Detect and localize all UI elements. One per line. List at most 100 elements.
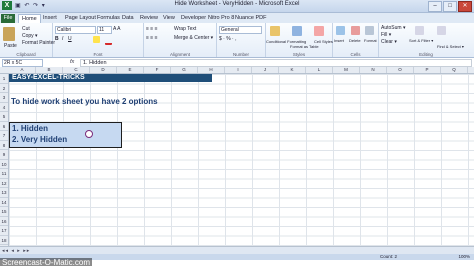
formula-input[interactable]: 1. Hidden: [80, 59, 472, 67]
column-header[interactable]: I: [225, 67, 252, 73]
row-header[interactable]: 2: [0, 84, 8, 93]
grow-font-icon[interactable]: A A: [113, 26, 121, 32]
currency-icon[interactable]: $ · % · ,: [219, 36, 237, 42]
tab-insert[interactable]: Insert: [40, 14, 60, 23]
row-header[interactable]: 13: [0, 188, 8, 198]
column-header[interactable]: E: [117, 67, 144, 73]
copy-button[interactable]: Copy ▾: [22, 33, 38, 39]
column-header[interactable]: O: [387, 67, 414, 73]
subtitle-cell[interactable]: To hide work sheet you have 2 options: [11, 97, 158, 106]
worksheet-grid[interactable]: ABCDEFGHIJKLMNOPQ 1 2 3 4 5 6 7 8 9 10 11 12 13 14 15 1…: [0, 67, 474, 246]
conditional-formatting-icon[interactable]: [270, 26, 280, 36]
row-header[interactable]: 3: [0, 93, 8, 103]
font-name-select[interactable]: Calibri: [55, 26, 96, 34]
column-header[interactable]: J: [252, 67, 279, 73]
selected-range[interactable]: 1. Hidden 2. Very Hidden: [9, 122, 122, 148]
column-header[interactable]: L: [306, 67, 333, 73]
row-header[interactable]: 4: [0, 103, 8, 112]
format-painter-button[interactable]: Format Painter: [22, 40, 55, 46]
tab-data[interactable]: Data: [119, 14, 137, 23]
format-cells-icon[interactable]: [365, 26, 374, 35]
format-button[interactable]: Format: [364, 38, 377, 43]
column-header[interactable]: N: [360, 67, 387, 73]
cell-styles-icon[interactable]: [314, 26, 324, 36]
column-header[interactable]: H: [198, 67, 225, 73]
row-header[interactable]: 1: [0, 74, 8, 84]
watermark: Screencast-O-Matic.com: [0, 258, 93, 266]
font-size-select[interactable]: 11: [97, 26, 112, 34]
cell-styles-button[interactable]: Cell Styles: [314, 39, 333, 44]
row-header[interactable]: 14: [0, 198, 8, 207]
font-group: Calibri 11 A A B I U Font: [53, 23, 144, 57]
find-select-icon[interactable]: [437, 26, 446, 35]
italic-icon[interactable]: I: [62, 36, 63, 42]
name-box[interactable]: 2R x 5C: [2, 59, 43, 67]
delete-cells-icon[interactable]: [351, 26, 360, 35]
merge-center-button[interactable]: Merge & Center ▾: [174, 35, 213, 41]
format-as-table-button[interactable]: Format as Table: [290, 44, 319, 49]
fill-color-icon[interactable]: [93, 36, 100, 43]
cells-group: Insert Delete Format Cells: [333, 23, 379, 57]
row-header[interactable]: 12: [0, 179, 8, 188]
row-header[interactable]: 6: [0, 122, 8, 131]
row-header[interactable]: 9: [0, 150, 8, 160]
row-header[interactable]: 18: [0, 236, 8, 245]
banner-cell[interactable]: EASY-EXCEL-TRICKS: [9, 74, 212, 82]
row-header[interactable]: 11: [0, 169, 8, 179]
autosum-button[interactable]: AutoSum ▾: [381, 25, 405, 31]
align-top-icon[interactable]: ≡ ≡ ≡: [146, 26, 158, 32]
row-header[interactable]: 16: [0, 217, 8, 226]
wrap-text-button[interactable]: Wrap Text: [174, 26, 196, 32]
row-header[interactable]: 5: [0, 112, 8, 122]
delete-button[interactable]: Delete: [349, 38, 361, 43]
column-header[interactable]: C: [63, 67, 90, 73]
zoom-level[interactable]: 100%: [458, 254, 470, 260]
paste-button[interactable]: Paste: [4, 43, 17, 49]
bold-icon[interactable]: B: [55, 36, 59, 42]
option-hidden-cell[interactable]: 1. Hidden: [12, 124, 48, 133]
align-left-icon[interactable]: ≡ ≡ ≡: [146, 35, 158, 41]
format-as-table-icon[interactable]: [292, 26, 302, 36]
minimize-icon[interactable]: –: [428, 1, 442, 12]
column-header[interactable]: M: [333, 67, 360, 73]
row-header[interactable]: 7: [0, 131, 8, 141]
column-header[interactable]: A: [9, 67, 36, 73]
column-header[interactable]: P: [414, 67, 441, 73]
maximize-icon[interactable]: □: [443, 1, 457, 12]
fx-icon[interactable]: fx: [70, 59, 74, 65]
tab-nuance-pdf[interactable]: Nuance PDF: [232, 14, 270, 23]
fill-button[interactable]: Fill ▾: [381, 32, 391, 38]
option-very-hidden-cell[interactable]: 2. Very Hidden: [12, 135, 67, 144]
paste-icon[interactable]: [3, 27, 15, 41]
clear-button[interactable]: Clear ▾: [381, 39, 397, 45]
row-header[interactable]: 10: [0, 160, 8, 169]
row-header[interactable]: 17: [0, 226, 8, 236]
number-format-select[interactable]: General: [219, 26, 262, 34]
insert-cells-icon[interactable]: [336, 26, 345, 35]
column-header[interactable]: Q: [441, 67, 468, 73]
underline-icon[interactable]: U: [68, 36, 72, 42]
font-color-icon[interactable]: [105, 36, 112, 45]
row-header[interactable]: 8: [0, 141, 8, 150]
insert-button[interactable]: Insert: [334, 38, 344, 43]
column-header[interactable]: G: [171, 67, 198, 73]
row-header[interactable]: 15: [0, 207, 8, 217]
number-group: General $ · % · , Number: [217, 23, 266, 57]
find-select-button[interactable]: Find & Select ▾: [437, 44, 464, 49]
cells-group-label: Cells: [350, 52, 361, 57]
tab-file[interactable]: File: [1, 14, 15, 23]
borders-icon[interactable]: [81, 36, 88, 43]
sort-filter-icon[interactable]: [415, 26, 424, 35]
column-header[interactable]: K: [279, 67, 306, 73]
count-readout: Count: 2: [380, 254, 398, 259]
tab-review[interactable]: Review: [137, 14, 161, 23]
sort-filter-button[interactable]: Sort & Filter ▾: [409, 38, 433, 43]
tab-view[interactable]: View: [160, 14, 178, 23]
cut-button[interactable]: Cut: [22, 26, 30, 32]
number-group-label: Number: [232, 52, 249, 57]
editing-group-label: Editing: [419, 52, 433, 57]
column-header[interactable]: F: [144, 67, 171, 73]
column-header[interactable]: D: [90, 67, 117, 73]
column-header[interactable]: B: [36, 67, 63, 73]
close-icon[interactable]: ✕: [458, 1, 472, 12]
